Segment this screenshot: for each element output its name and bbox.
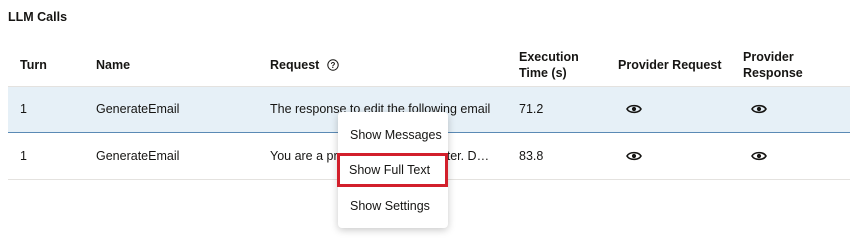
col-header-request: Request ? [270, 57, 339, 75]
eye-icon[interactable] [751, 102, 767, 116]
col-header-provider-request: Provider Request [618, 58, 722, 72]
eye-icon[interactable] [626, 102, 642, 116]
help-circle-icon[interactable]: ? [327, 59, 339, 75]
context-menu: Show Messages Show Full Text Show Settin… [337, 112, 448, 228]
col-header-provider-response: Provider Response [743, 49, 803, 81]
col-header-exec-time-line1: Execution [519, 50, 579, 64]
col-header-provider-response-line2: Response [743, 66, 803, 80]
eye-icon[interactable] [626, 149, 642, 163]
menu-item-show-messages[interactable]: Show Messages [338, 118, 448, 152]
col-header-turn: Turn [20, 58, 47, 72]
col-header-exec-time-line2: Time (s) [519, 66, 567, 80]
section-title: LLM Calls [8, 10, 68, 24]
cell-exec-time: 71.2 [519, 102, 544, 116]
col-header-exec-time: Execution Time (s) [519, 49, 579, 81]
cell-name: GenerateEmail [96, 149, 180, 163]
menu-item-show-settings[interactable]: Show Settings [338, 189, 448, 223]
svg-text:?: ? [330, 61, 335, 70]
menu-item-show-full-text[interactable]: Show Full Text [337, 153, 448, 187]
col-header-name: Name [96, 58, 131, 72]
cell-exec-time: 83.8 [519, 149, 544, 163]
eye-icon[interactable] [751, 149, 767, 163]
cell-name: GenerateEmail [96, 102, 180, 116]
col-header-request-label: Request [270, 58, 320, 72]
cell-turn: 1 [20, 149, 27, 163]
cell-turn: 1 [20, 102, 27, 116]
col-header-provider-response-line1: Provider [743, 50, 794, 64]
